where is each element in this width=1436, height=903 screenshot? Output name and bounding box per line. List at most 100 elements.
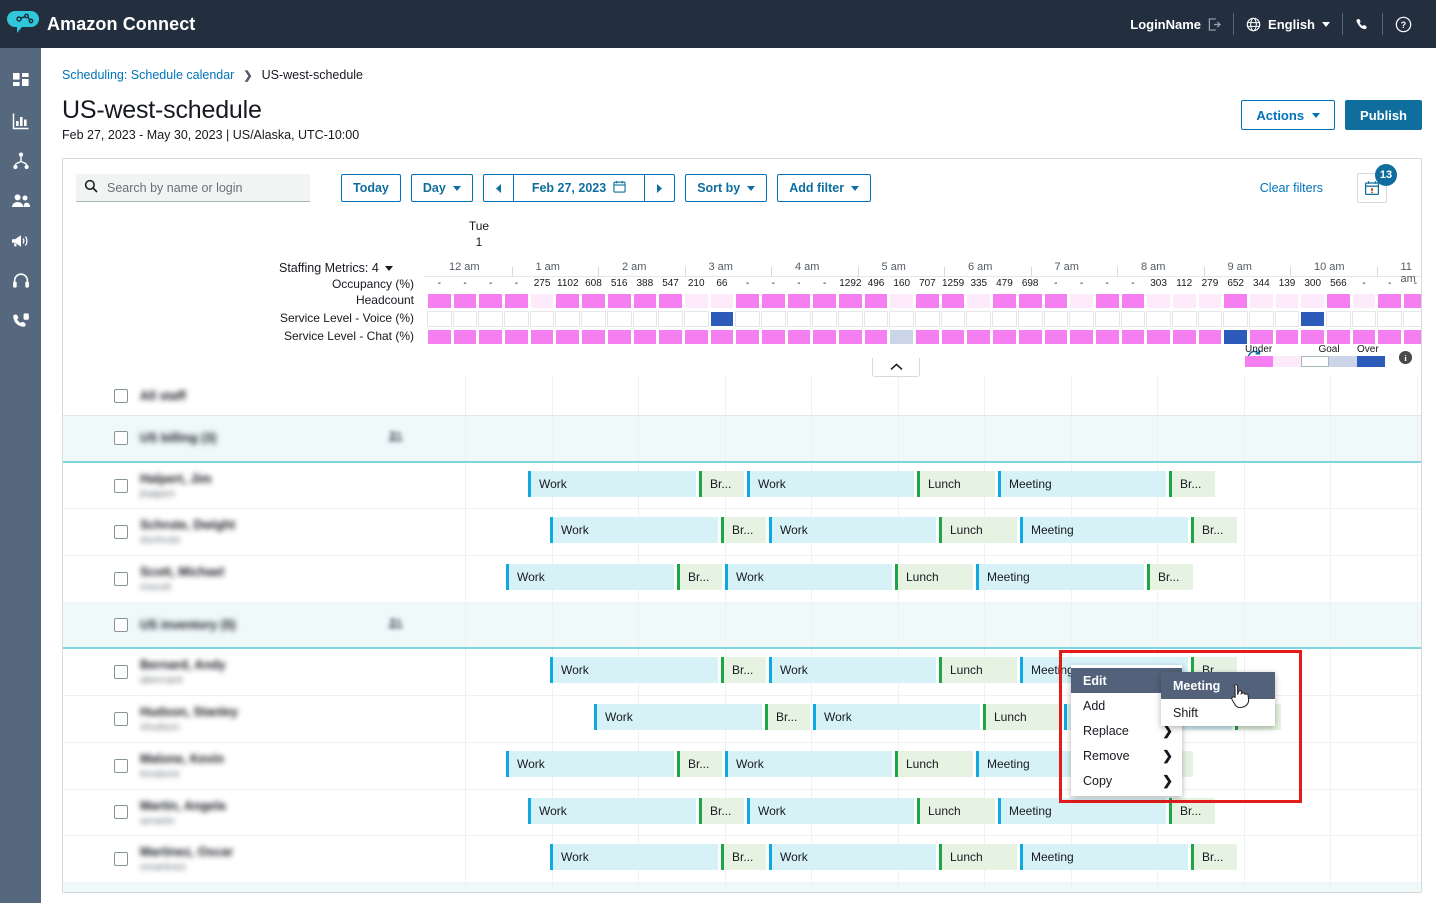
metric-cell[interactable]: [1223, 329, 1248, 345]
metric-cell[interactable]: [1249, 329, 1274, 345]
metric-cell[interactable]: [1377, 311, 1402, 327]
metric-cell[interactable]: [478, 329, 503, 345]
previous-day-button[interactable]: [483, 174, 514, 202]
metric-cell[interactable]: [1326, 311, 1351, 327]
metric-cell[interactable]: [1121, 311, 1146, 327]
metric-cell[interactable]: [504, 329, 529, 345]
metric-cell[interactable]: [889, 293, 914, 309]
metric-cell[interactable]: [1300, 329, 1325, 345]
search-input[interactable]: [105, 180, 302, 196]
row-checkbox[interactable]: [114, 665, 128, 679]
metric-cell[interactable]: [1249, 311, 1274, 327]
agent-row[interactable]: Bernard, Andyabernard: [63, 649, 424, 696]
metric-cell[interactable]: [941, 293, 966, 309]
context-menu-item[interactable]: Copy❯: [1071, 768, 1182, 793]
metric-cell[interactable]: [864, 311, 889, 327]
shift-block[interactable]: Br...: [721, 657, 766, 683]
metric-cell[interactable]: [581, 329, 606, 345]
metric-cell[interactable]: [761, 329, 786, 345]
metric-cell[interactable]: [478, 311, 503, 327]
metric-cell[interactable]: [1249, 293, 1274, 309]
agent-row[interactable]: Halpert, Jimjhalpert: [63, 463, 424, 510]
metric-cell[interactable]: [761, 293, 786, 309]
row-checkbox[interactable]: [114, 572, 128, 586]
metric-cell[interactable]: [1095, 293, 1120, 309]
metric-cell[interactable]: [1352, 329, 1377, 345]
timeline-lane[interactable]: [424, 376, 1421, 416]
search-field[interactable]: [76, 174, 310, 202]
group-row[interactable]: US billing (3): [63, 416, 424, 463]
shift-block[interactable]: Lunch: [917, 471, 995, 497]
metric-cell[interactable]: [1018, 311, 1043, 327]
metric-cell[interactable]: [1403, 329, 1421, 345]
phone-contact-icon[interactable]: [6, 310, 36, 332]
shift-block[interactable]: Lunch: [939, 844, 1017, 870]
context-submenu-item[interactable]: Shift: [1161, 699, 1275, 726]
row-checkbox[interactable]: [114, 479, 128, 493]
shift-block[interactable]: Meeting: [1020, 844, 1188, 870]
shift-block[interactable]: Br...: [1169, 798, 1215, 824]
metric-cell[interactable]: [1223, 311, 1248, 327]
metric-cell[interactable]: [966, 329, 991, 345]
sign-out-icon[interactable]: [1208, 18, 1221, 31]
metric-cell[interactable]: [427, 329, 452, 345]
shift-block[interactable]: Work: [769, 844, 936, 870]
metric-cell[interactable]: [658, 293, 683, 309]
metric-cell[interactable]: [1044, 311, 1069, 327]
metric-cell[interactable]: [1018, 293, 1043, 309]
phone-button[interactable]: [1343, 17, 1382, 32]
metric-cell[interactable]: [1300, 311, 1325, 327]
metric-cell[interactable]: [1095, 311, 1120, 327]
metric-cell[interactable]: [992, 329, 1017, 345]
metric-cell[interactable]: [633, 293, 658, 309]
view-selector[interactable]: Day: [411, 174, 473, 202]
timeline-lane[interactable]: [424, 883, 1421, 892]
metric-cell[interactable]: [427, 311, 452, 327]
agent-row[interactable]: Martinez, Oscaromartinez: [63, 836, 424, 883]
shift-block[interactable]: Work: [725, 564, 892, 590]
shift-block[interactable]: Br...: [721, 844, 766, 870]
help-button[interactable]: ?: [1383, 16, 1424, 33]
metric-cell[interactable]: [1069, 311, 1094, 327]
shift-block[interactable]: Lunch: [983, 704, 1061, 730]
clear-filters-link[interactable]: Clear filters: [1260, 181, 1323, 195]
metric-cell[interactable]: [504, 311, 529, 327]
metric-cell[interactable]: [1069, 329, 1094, 345]
metric-cell[interactable]: [710, 293, 735, 309]
shift-block[interactable]: Br...: [699, 471, 744, 497]
metric-cell[interactable]: [1223, 293, 1248, 309]
agent-row[interactable]: Martin, Angelaamartin: [63, 790, 424, 837]
shift-block[interactable]: Br...: [677, 751, 722, 777]
metric-cell[interactable]: [864, 329, 889, 345]
shift-block[interactable]: Br...: [677, 564, 722, 590]
shift-block[interactable]: Meeting: [1020, 517, 1188, 543]
shift-block[interactable]: Br...: [765, 704, 810, 730]
add-filter-button[interactable]: Add filter: [777, 174, 871, 202]
metric-cell[interactable]: [1146, 311, 1171, 327]
agent-row[interactable]: Schrute, Dwightdschrute: [63, 509, 424, 556]
row-checkbox[interactable]: [114, 431, 128, 445]
shift-block[interactable]: Br...: [1191, 844, 1237, 870]
metric-cell[interactable]: [838, 329, 863, 345]
metric-cell[interactable]: [915, 329, 940, 345]
timeline-lane[interactable]: WorkBr...WorkLunchMeetingBr...: [424, 836, 1421, 883]
metric-cell[interactable]: [1403, 293, 1421, 309]
routing-flow-icon[interactable]: [6, 150, 36, 172]
row-checkbox[interactable]: [114, 389, 128, 403]
row-checkbox[interactable]: [114, 712, 128, 726]
timeline-lane[interactable]: WorkBr...WorkLunchMeetingBr...: [424, 790, 1421, 837]
metric-cell[interactable]: [1172, 293, 1197, 309]
shift-block[interactable]: Lunch: [917, 798, 995, 824]
shift-block[interactable]: Work: [550, 517, 718, 543]
metric-cell[interactable]: [453, 311, 478, 327]
metric-cell[interactable]: [607, 329, 632, 345]
metric-cell[interactable]: [453, 293, 478, 309]
metric-cell[interactable]: [941, 311, 966, 327]
metric-cell[interactable]: [607, 311, 632, 327]
metric-cell[interactable]: [555, 329, 580, 345]
collapse-metrics-button[interactable]: [872, 358, 920, 377]
metric-cell[interactable]: [1352, 311, 1377, 327]
metric-cell[interactable]: [453, 329, 478, 345]
shift-block[interactable]: Work: [769, 657, 936, 683]
metric-cell[interactable]: [1377, 329, 1402, 345]
